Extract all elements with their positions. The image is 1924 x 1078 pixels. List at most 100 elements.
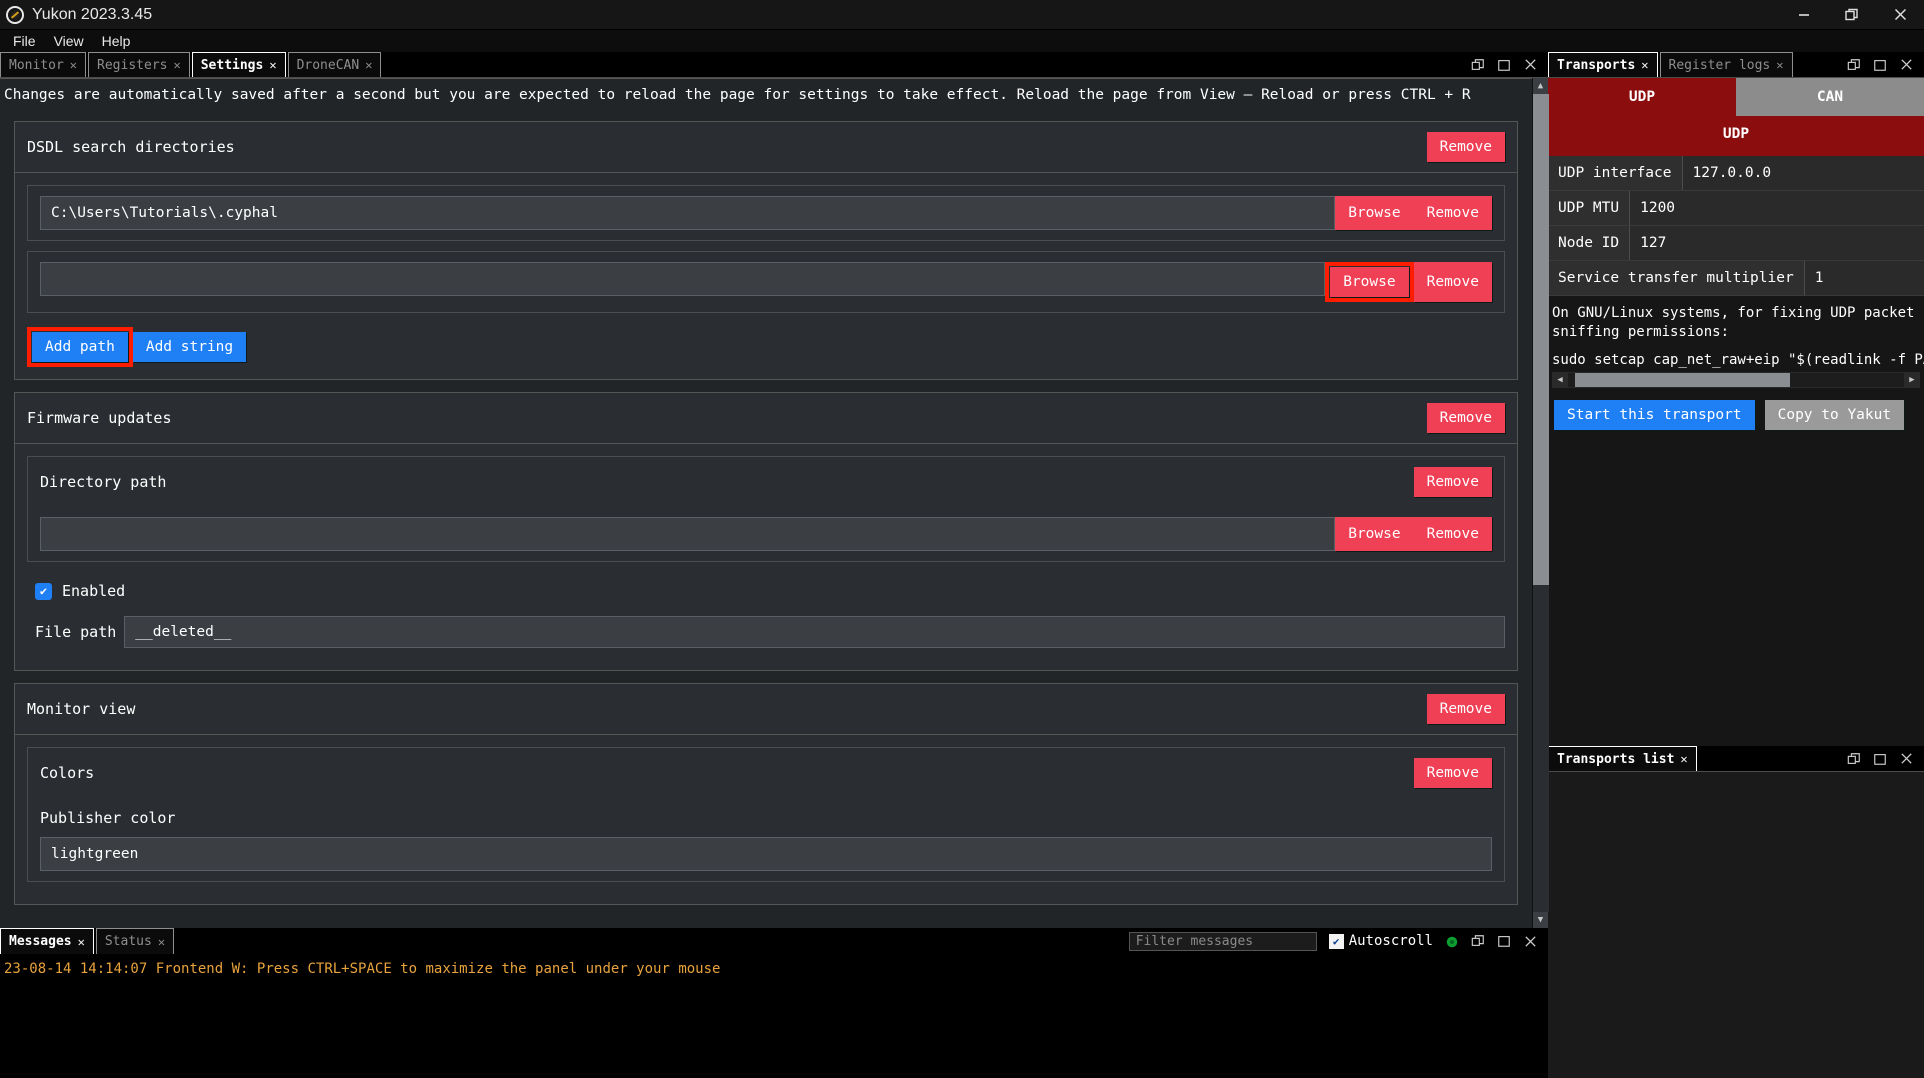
maximize-panel-icon[interactable] <box>1873 752 1887 766</box>
autoscroll-checkbox[interactable]: ✔ <box>1329 934 1344 949</box>
close-panel-icon[interactable] <box>1899 751 1914 766</box>
menu-help[interactable]: Help <box>93 32 140 50</box>
group-title: Firmware updates <box>27 409 172 427</box>
scroll-up-icon[interactable]: ▲ <box>1533 78 1549 94</box>
add-string-button[interactable]: Add string <box>133 332 246 362</box>
remove-subgroup-button[interactable]: Remove <box>1414 467 1492 497</box>
tab-close-icon[interactable]: ✕ <box>365 58 372 72</box>
tab-transports[interactable]: Transports ✕ <box>1548 52 1658 77</box>
settings-panel: Monitor ✕ Registers ✕ Settings ✕ DroneCA… <box>0 52 1548 928</box>
publisher-color-input[interactable]: lightgreen <box>40 837 1492 871</box>
remove-path-button[interactable]: Remove <box>1414 262 1492 302</box>
directory-path-input[interactable] <box>40 517 1335 551</box>
add-path-button[interactable]: Add path <box>32 332 128 362</box>
application-window: Yukon 2023.3.45 File View Help <box>0 0 1924 1078</box>
tab-close-icon[interactable]: ✕ <box>1641 58 1648 72</box>
tab-messages-label: Messages <box>9 934 72 949</box>
transport-tab-can[interactable]: CAN <box>1736 78 1924 116</box>
field-value[interactable]: 1 <box>1805 261 1924 295</box>
scrollbar-track[interactable] <box>1533 94 1549 912</box>
close-panel-icon[interactable] <box>1523 934 1538 949</box>
menu-view[interactable]: View <box>45 32 93 50</box>
maximize-panel-icon[interactable] <box>1497 934 1511 948</box>
settings-content: Changes are automatically saved after a … <box>0 78 1532 928</box>
start-transport-button[interactable]: Start this transport <box>1554 400 1755 430</box>
tab-status[interactable]: Status ✕ <box>96 928 174 954</box>
remove-subgroup-button[interactable]: Remove <box>1414 758 1492 788</box>
settings-scrollbar[interactable]: ▲ ▼ <box>1532 78 1548 928</box>
file-path-row: File path __deleted__ <box>27 610 1505 658</box>
remove-group-button[interactable]: Remove <box>1427 403 1505 433</box>
field-value[interactable]: 127.0.0.0 <box>1683 156 1924 190</box>
remove-group-button[interactable]: Remove <box>1427 132 1505 162</box>
float-panel-icon[interactable] <box>1847 58 1861 72</box>
file-path-input[interactable]: __deleted__ <box>124 616 1505 648</box>
float-panel-icon[interactable] <box>1471 58 1485 72</box>
close-panel-icon[interactable] <box>1523 57 1538 72</box>
scroll-right-icon[interactable]: ▶ <box>1904 375 1920 385</box>
tab-close-icon[interactable]: ✕ <box>173 58 180 72</box>
maximize-panel-icon[interactable] <box>1497 58 1511 72</box>
tab-registers[interactable]: Registers ✕ <box>88 52 190 77</box>
minimize-icon[interactable] <box>1780 0 1828 30</box>
browse-button[interactable]: Browse <box>1335 517 1413 551</box>
group-header: DSDL search directories Remove <box>15 122 1517 173</box>
copy-to-yakut-button[interactable]: Copy to Yakut <box>1765 400 1905 430</box>
right-dock-column: Transports ✕ Register logs ✕ <box>1548 52 1924 1078</box>
browse-button[interactable]: Browse <box>1335 196 1413 230</box>
tab-monitor[interactable]: Monitor ✕ <box>0 52 86 77</box>
subgroup-header: Directory path Remove <box>28 457 1504 507</box>
tab-transports-list[interactable]: Transports list ✕ <box>1548 746 1697 771</box>
tab-transports-label: Transports <box>1557 58 1635 73</box>
maximize-panel-icon[interactable] <box>1873 58 1887 72</box>
group-firmware-updates: Firmware updates Remove Directory path R… <box>14 392 1518 671</box>
menu-file[interactable]: File <box>4 32 45 50</box>
transport-tab-udp[interactable]: UDP <box>1548 78 1736 116</box>
scroll-down-icon[interactable]: ▼ <box>1533 912 1549 928</box>
dsdl-path-input[interactable] <box>40 262 1325 296</box>
hscrollbar-track[interactable] <box>1568 373 1904 387</box>
title-bar: Yukon 2023.3.45 <box>0 0 1924 30</box>
group-body: Colors Remove Publisher color lightgreen <box>15 735 1517 904</box>
tab-close-icon[interactable]: ✕ <box>1776 58 1783 72</box>
filter-messages-input[interactable]: Filter messages <box>1129 932 1317 951</box>
command-hscrollbar[interactable]: ◀ ▶ <box>1552 372 1920 388</box>
transports-list-panel-actions <box>1847 746 1924 771</box>
restore-icon[interactable] <box>1828 0 1876 30</box>
tab-close-icon[interactable]: ✕ <box>269 58 276 72</box>
autoscroll-toggle[interactable]: ✔ Autoscroll <box>1329 933 1433 949</box>
hscrollbar-thumb[interactable] <box>1575 373 1790 387</box>
scrollbar-thumb[interactable] <box>1533 94 1549 585</box>
tab-status-label: Status <box>105 934 152 949</box>
dsdl-path-input[interactable]: C:\Users\Tutorials\.cyphal <box>40 196 1335 230</box>
float-panel-icon[interactable] <box>1471 934 1485 948</box>
scroll-left-icon[interactable]: ◀ <box>1552 375 1568 385</box>
tab-close-icon[interactable]: ✕ <box>70 58 77 72</box>
tab-close-icon[interactable]: ✕ <box>158 935 165 949</box>
browse-button[interactable]: Browse <box>1330 267 1408 297</box>
tab-settings-label: Settings <box>201 58 264 73</box>
remove-path-button[interactable]: Remove <box>1414 517 1492 551</box>
dsdl-path-row: Browse Remove <box>28 252 1504 312</box>
remove-path-button[interactable]: Remove <box>1414 196 1492 230</box>
field-udp-interface: UDP interface 127.0.0.0 <box>1548 156 1924 191</box>
colors-subgroup: Colors Remove Publisher color lightgreen <box>27 747 1505 882</box>
tab-close-icon[interactable]: ✕ <box>78 935 85 949</box>
close-panel-icon[interactable] <box>1899 57 1914 72</box>
dsdl-path-row: C:\Users\Tutorials\.cyphal Browse Remove <box>28 186 1504 240</box>
tab-dronecan[interactable]: DroneCAN ✕ <box>288 52 382 77</box>
tab-register-logs[interactable]: Register logs ✕ <box>1660 52 1793 77</box>
log-text: Press CTRL+SPACE to maximize the panel u… <box>257 961 721 977</box>
field-value[interactable]: 1200 <box>1630 191 1924 225</box>
gear-icon[interactable] <box>1445 934 1459 948</box>
remove-group-button[interactable]: Remove <box>1427 694 1505 724</box>
group-body: C:\Users\Tutorials\.cyphal Browse Remove <box>15 173 1517 379</box>
tab-settings[interactable]: Settings ✕ <box>192 52 286 77</box>
window-title: Yukon 2023.3.45 <box>32 6 152 24</box>
field-value[interactable]: 127 <box>1630 226 1924 260</box>
close-icon[interactable] <box>1876 0 1924 30</box>
enabled-checkbox[interactable]: ✔ <box>35 583 52 600</box>
float-panel-icon[interactable] <box>1847 752 1861 766</box>
tab-messages[interactable]: Messages ✕ <box>0 928 94 954</box>
tab-close-icon[interactable]: ✕ <box>1680 752 1687 766</box>
